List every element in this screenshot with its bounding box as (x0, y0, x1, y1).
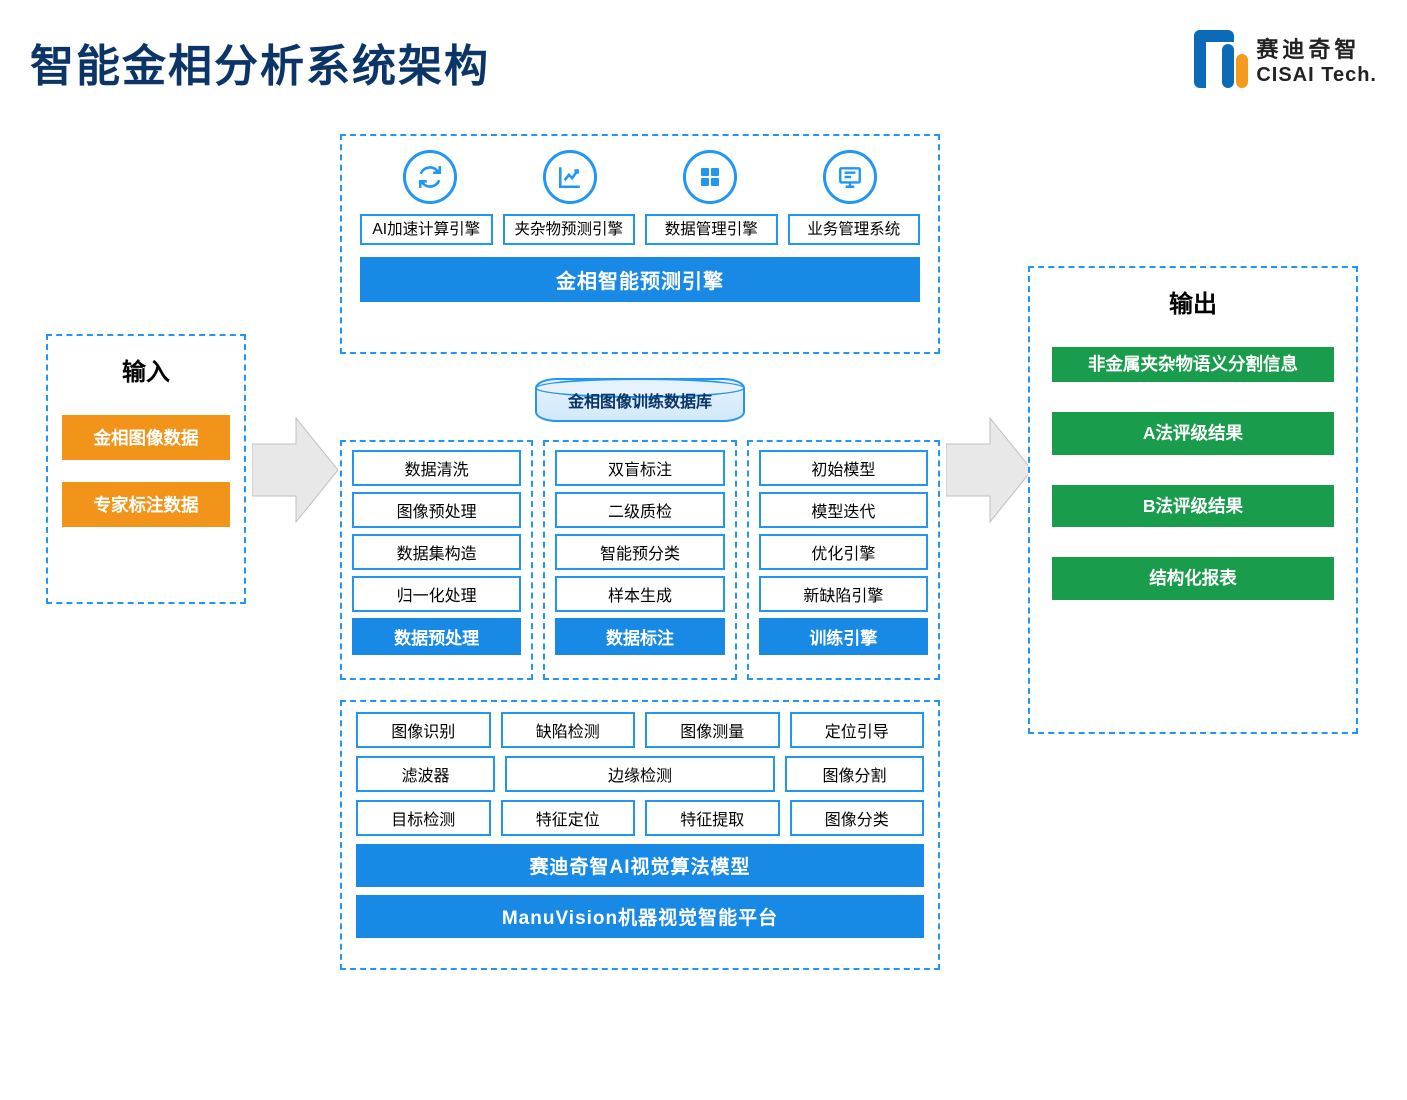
input-panel: 输入 金相图像数据 专家标注数据 (46, 334, 246, 604)
cell-image-recog: 图像识别 (356, 712, 491, 748)
engine-label-ai-accel: AI加速计算引擎 (360, 214, 493, 245)
cell-smart-preclass: 智能预分类 (555, 534, 724, 570)
cell-image-classify: 图像分类 (790, 800, 925, 836)
output-item-method-b: B法评级结果 (1052, 485, 1334, 528)
grid-icon (683, 150, 737, 204)
cell-qc2: 二级质检 (555, 492, 724, 528)
cell-target-detect: 目标检测 (356, 800, 491, 836)
cell-image-preproc: 图像预处理 (352, 492, 521, 528)
platform-bar-manuvision: ManuVision机器视觉智能平台 (356, 895, 924, 938)
database-label: 金相图像训练数据库 (568, 388, 712, 412)
cell-optimize: 优化引擎 (759, 534, 928, 570)
chart-up-icon (543, 150, 597, 204)
column-annotation: 双盲标注 二级质检 智能预分类 样本生成 数据标注 (543, 440, 736, 680)
platform-panel: 图像识别 缺陷检测 图像测量 定位引导 滤波器 边缘检测 图像分割 目标检测 特… (340, 700, 940, 970)
column-footer-training: 训练引擎 (759, 618, 928, 655)
cell-init-model: 初始模型 (759, 450, 928, 486)
platform-bar-algorithm: 赛迪奇智AI视觉算法模型 (356, 844, 924, 887)
input-item-image-data: 金相图像数据 (62, 415, 230, 460)
output-item-method-a: A法评级结果 (1052, 412, 1334, 455)
engine-label-data-mgmt: 数据管理引擎 (645, 214, 778, 245)
cell-dataset-build: 数据集构造 (352, 534, 521, 570)
cell-sample-gen: 样本生成 (555, 576, 724, 612)
cell-image-measure: 图像测量 (645, 712, 780, 748)
cell-data-clean: 数据清洗 (352, 450, 521, 486)
engine-panel: AI加速计算引擎 夹杂物预测引擎 数据管理引擎 业务管理系统 金相智能预测引擎 (340, 134, 940, 354)
column-footer-preprocess: 数据预处理 (352, 618, 521, 655)
cell-normalize: 归一化处理 (352, 576, 521, 612)
arrow-right-icon (946, 410, 1032, 530)
arrow-right-icon (252, 410, 338, 530)
output-item-report: 结构化报表 (1052, 557, 1334, 600)
engine-title-bar: 金相智能预测引擎 (360, 257, 920, 302)
cell-image-seg: 图像分割 (785, 756, 924, 792)
database-icon: 金相图像训练数据库 (535, 378, 745, 422)
input-item-expert-data: 专家标注数据 (62, 482, 230, 527)
column-training: 初始模型 模型迭代 优化引擎 新缺陷引擎 训练引擎 (747, 440, 940, 680)
logo-text-cn: 赛迪奇智 (1256, 32, 1377, 64)
column-preprocess: 数据清洗 图像预处理 数据集构造 归一化处理 数据预处理 (340, 440, 533, 680)
cell-model-iterate: 模型迭代 (759, 492, 928, 528)
cell-feature-locate: 特征定位 (501, 800, 636, 836)
output-item-segmentation: 非金属夹杂物语义分割信息 (1052, 347, 1334, 382)
engine-label-inclusion: 夹杂物预测引擎 (503, 214, 636, 245)
cell-edge-detect: 边缘检测 (505, 756, 775, 792)
logo-text-en: CISAI Tech. (1256, 64, 1377, 87)
cell-defect-detect: 缺陷检测 (501, 712, 636, 748)
input-title: 输入 (62, 352, 230, 387)
engine-label-biz-mgmt: 业务管理系统 (788, 214, 921, 245)
page-title: 智能金相分析系统架构 (30, 30, 490, 94)
cell-feature-extract: 特征提取 (645, 800, 780, 836)
output-panel: 输出 非金属夹杂物语义分割信息 A法评级结果 B法评级结果 结构化报表 (1028, 266, 1358, 734)
column-footer-annotation: 数据标注 (555, 618, 724, 655)
cell-locate-guide: 定位引导 (790, 712, 925, 748)
cell-double-blind: 双盲标注 (555, 450, 724, 486)
refresh-icon (403, 150, 457, 204)
brand-logo: 赛迪奇智 CISAI Tech. (1194, 30, 1377, 88)
logo-mark-icon (1194, 30, 1244, 88)
database-node: 金相图像训练数据库 (340, 378, 940, 422)
monitor-icon (823, 150, 877, 204)
output-title: 输出 (1052, 284, 1334, 319)
cell-new-defect: 新缺陷引擎 (759, 576, 928, 612)
cell-filter: 滤波器 (356, 756, 495, 792)
